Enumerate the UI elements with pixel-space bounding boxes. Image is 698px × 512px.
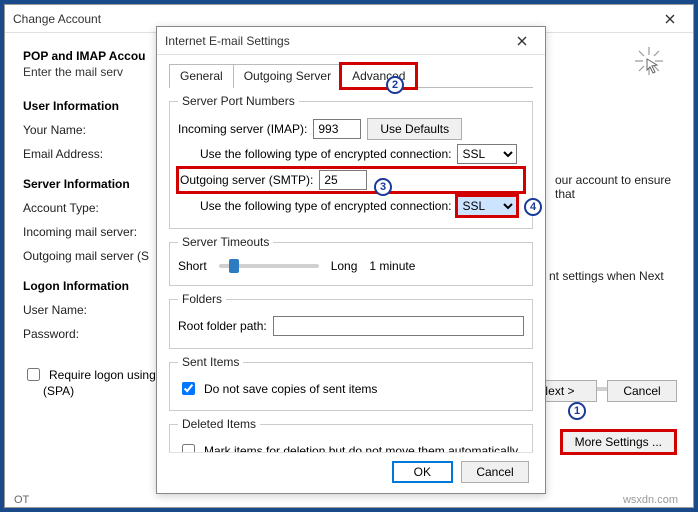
outgoing-server-label: Outgoing server (SMTP): [180,173,313,187]
require-spa-label: Require logon using [49,368,156,382]
server-timeouts-legend: Server Timeouts [178,235,273,249]
sent-items-legend: Sent Items [178,355,243,369]
outgoing-enc-row: Use the following type of encrypted conn… [200,196,524,216]
incoming-port-input[interactable] [313,119,361,139]
ot-label: OT [14,494,29,506]
tabs: General Outgoing Server Advanced [169,63,533,88]
sent-items-group: Sent Items Do not save copies of sent it… [169,355,533,411]
incoming-enc-select[interactable]: SSL [457,144,517,164]
tab-advanced[interactable]: Advanced [341,64,416,88]
outgoing-enc-label: Use the following type of encrypted conn… [200,199,451,213]
dont-save-checkbox[interactable] [182,382,195,395]
right-text-1: our account to ensure that [555,173,685,201]
email-settings-dialog: Internet E-mail Settings General Outgoin… [156,26,546,494]
timeout-value: 1 minute [369,259,415,273]
server-port-legend: Server Port Numbers [178,94,299,108]
tab-content-advanced: Server Port Numbers Incoming server (IMA… [169,88,533,452]
step-badge-2: 2 [386,76,404,94]
deleted-items-legend: Deleted Items [178,417,260,431]
more-settings-button[interactable]: More Settings ... [562,431,675,453]
dialog-cancel-button[interactable]: Cancel [461,461,529,483]
dialog-body: General Outgoing Server Advanced Server … [157,55,545,493]
short-label: Short [178,259,207,273]
ok-button[interactable]: OK [392,461,453,483]
long-label: Long [331,259,358,273]
outgoing-port-input[interactable] [319,170,367,190]
outgoing-enc-select[interactable]: SSL [457,196,517,216]
mark-deletion-label: Mark items for deletion but do not move … [204,444,518,453]
incoming-server-label: Incoming server (IMAP): [178,122,307,136]
timeout-slider[interactable] [219,264,319,268]
timeout-row: Short Long 1 minute [178,259,524,273]
folders-group: Folders Root folder path: [169,292,533,349]
incoming-row: Incoming server (IMAP): Use Defaults [178,118,524,140]
mark-deletion-row: Mark items for deletion but do not move … [178,441,524,452]
cancel-button[interactable]: Cancel [607,380,677,402]
tab-outgoing-server[interactable]: Outgoing Server [233,64,342,88]
server-timeouts-group: Server Timeouts Short Long 1 minute [169,235,533,286]
folders-legend: Folders [178,292,226,306]
step-badge-1: 1 [568,402,586,420]
step-badge-4: 4 [524,198,542,216]
root-folder-label: Root folder path: [178,319,267,333]
root-folder-row: Root folder path: [178,316,524,336]
root-folder-input[interactable] [273,316,524,336]
dialog-buttons: OK Cancel [169,452,533,493]
server-port-numbers-group: Server Port Numbers Incoming server (IMA… [169,94,533,229]
use-defaults-button[interactable]: Use Defaults [367,118,462,140]
close-icon[interactable] [655,8,685,30]
dont-save-label: Do not save copies of sent items [204,382,377,396]
window-title: Change Account [13,12,655,26]
right-text-2: nt settings when Next [549,269,689,283]
titlebar-dialog: Internet E-mail Settings [157,27,545,55]
require-spa-checkbox[interactable] [27,368,40,381]
dialog-close-icon[interactable] [507,30,537,52]
mark-deletion-checkbox[interactable] [182,444,195,452]
step-badge-3: 3 [374,178,392,196]
deleted-items-group: Deleted Items Mark items for deletion bu… [169,417,533,452]
incoming-enc-label: Use the following type of encrypted conn… [200,147,451,161]
site-watermark: wsxdn.com [623,494,678,506]
dialog-title: Internet E-mail Settings [165,34,507,48]
outgoing-row: Outgoing server (SMTP): [178,168,524,192]
incoming-enc-row: Use the following type of encrypted conn… [200,144,524,164]
dont-save-row: Do not save copies of sent items [178,379,524,398]
tab-general[interactable]: General [169,64,234,88]
cursor-star-icon [633,45,665,77]
